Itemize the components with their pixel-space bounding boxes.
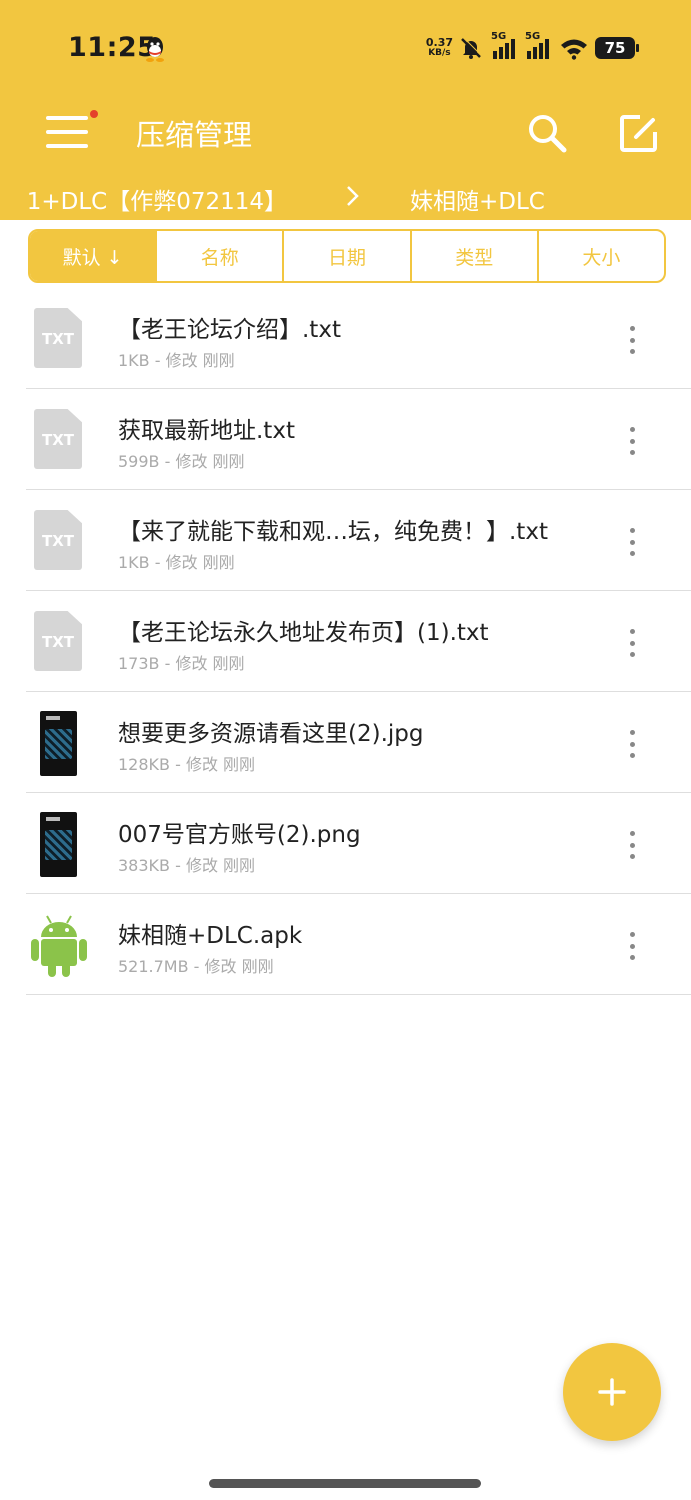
breadcrumb: 1+DLC【作弊072114】 妹相随+DLC — [0, 176, 691, 220]
signal-sim1-icon: 5G — [491, 31, 515, 59]
file-meta: 383KB - 修改 刚刚 — [118, 856, 256, 875]
more-options-icon[interactable] — [620, 528, 644, 556]
breadcrumb-current[interactable]: 妹相随+DLC — [410, 182, 545, 216]
file-name: 获取最新地址.txt — [118, 418, 295, 444]
file-name: 【来了就能下载和观…坛，纯免费！】.txt — [118, 519, 548, 545]
file-name: 【老王论坛介绍】.txt — [118, 317, 341, 343]
chevron-right-icon — [347, 186, 359, 206]
file-meta: 1KB - 修改 刚刚 — [118, 553, 235, 572]
sort-tab-size[interactable]: 大小 — [536, 231, 664, 281]
sort-tabs: 默认 ↓ 名称 日期 类型 大小 — [28, 229, 666, 283]
battery-icon: 75 — [595, 37, 639, 59]
file-row[interactable]: TXT 【老王论坛永久地址发布页】(1).txt 173B - 修改 刚刚 — [0, 591, 691, 692]
file-row[interactable]: TXT 【老王论坛介绍】.txt 1KB - 修改 刚刚 — [0, 288, 691, 389]
plus-icon — [598, 1378, 626, 1406]
more-options-icon[interactable] — [620, 629, 644, 657]
txt-file-icon: TXT — [34, 510, 82, 570]
file-name: 【老王论坛永久地址发布页】(1).txt — [118, 620, 489, 646]
edit-icon[interactable] — [616, 110, 662, 156]
notification-dot — [90, 110, 98, 118]
home-indicator[interactable] — [209, 1479, 481, 1488]
add-button[interactable] — [563, 1343, 661, 1441]
signal-sim2-icon: 5G — [525, 31, 549, 59]
sort-tab-name[interactable]: 名称 — [155, 231, 282, 281]
status-bar: 11:25 0.37 KB/s 5G 5G 75 — [0, 0, 691, 100]
status-icons: 0.37 KB/s 5G 5G 75 — [425, 31, 639, 64]
file-row[interactable]: TXT 获取最新地址.txt 599B - 修改 刚刚 — [0, 389, 691, 490]
android-icon — [31, 915, 87, 977]
file-meta: 173B - 修改 刚刚 — [118, 654, 245, 673]
file-meta: 521.7MB - 修改 刚刚 — [118, 957, 274, 976]
more-options-icon[interactable] — [620, 326, 644, 354]
image-thumbnail — [40, 812, 77, 877]
txt-file-icon: TXT — [34, 308, 82, 368]
mute-bell-icon — [461, 37, 482, 59]
search-icon[interactable] — [524, 110, 570, 156]
file-row[interactable]: TXT 【来了就能下载和观…坛，纯免费！】.txt 1KB - 修改 刚刚 — [0, 490, 691, 591]
app-bar: 压缩管理 — [0, 100, 691, 164]
more-options-icon[interactable] — [620, 831, 644, 859]
file-name: 007号官方账号(2).png — [118, 822, 361, 848]
file-name: 想要更多资源请看这里(2).jpg — [118, 721, 424, 747]
top-app-area: 11:25 0.37 KB/s 5G 5G 75 压缩管理 1+DLC【作弊07… — [0, 0, 691, 220]
file-meta: 599B - 修改 刚刚 — [118, 452, 245, 471]
sort-tab-date[interactable]: 日期 — [282, 231, 409, 281]
more-options-icon[interactable] — [620, 932, 644, 960]
txt-file-icon: TXT — [34, 611, 82, 671]
sort-tab-type[interactable]: 类型 — [409, 231, 537, 281]
file-row[interactable]: 妹相随+DLC.apk 521.7MB - 修改 刚刚 — [0, 894, 691, 995]
qq-notification-icon — [146, 37, 164, 62]
wifi-icon — [561, 39, 587, 60]
menu-button[interactable] — [46, 110, 98, 154]
file-list: TXT 【老王论坛介绍】.txt 1KB - 修改 刚刚 TXT 获取最新地址.… — [0, 288, 691, 995]
breadcrumb-parent[interactable]: 1+DLC【作弊072114】 — [27, 182, 287, 216]
image-thumbnail — [40, 711, 77, 776]
network-speed: 0.37 KB/s — [425, 36, 453, 58]
file-name: 妹相随+DLC.apk — [118, 923, 303, 949]
txt-file-icon: TXT — [34, 409, 82, 469]
more-options-icon[interactable] — [620, 427, 644, 455]
more-options-icon[interactable] — [620, 730, 644, 758]
file-row[interactable]: 想要更多资源请看这里(2).jpg 128KB - 修改 刚刚 — [0, 692, 691, 793]
file-row[interactable]: 007号官方账号(2).png 383KB - 修改 刚刚 — [0, 793, 691, 894]
page-title: 压缩管理 — [136, 118, 253, 152]
sort-tab-default[interactable]: 默认 ↓ — [30, 231, 156, 281]
file-meta: 128KB - 修改 刚刚 — [118, 755, 256, 774]
file-meta: 1KB - 修改 刚刚 — [118, 351, 235, 370]
